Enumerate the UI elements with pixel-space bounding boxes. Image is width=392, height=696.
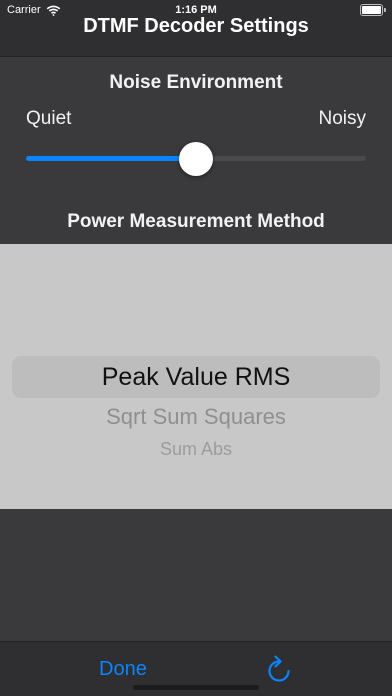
slider-min-label: Quiet — [26, 108, 72, 129]
noise-slider[interactable] — [26, 141, 366, 177]
done-button[interactable]: Done — [99, 658, 147, 681]
settings-screen: DTMF Decoder Settings Carrier 1:16 PM No… — [0, 0, 392, 696]
power-section-title: Power Measurement Method — [67, 211, 325, 232]
picker-option-sqrt-sum-squares[interactable]: Sqrt Sum Squares — [0, 404, 392, 430]
battery-icon — [360, 4, 386, 16]
picker-option-sum-abs[interactable]: Sum Abs — [0, 439, 392, 460]
status-bar: Carrier 1:16 PM — [0, 0, 392, 20]
refresh-icon[interactable] — [265, 655, 293, 685]
slider-track-empty[interactable] — [196, 156, 366, 161]
noise-section-title: Noise Environment — [109, 72, 283, 93]
slider-thumb[interactable] — [179, 142, 213, 176]
home-indicator — [133, 685, 259, 690]
status-time: 1:16 PM — [175, 4, 217, 16]
power-method-picker[interactable]: Peak Value RMS Sqrt Sum Squares Sum Abs — [0, 244, 392, 509]
slider-max-label: Noisy — [318, 108, 366, 129]
slider-track-filled[interactable] — [26, 156, 196, 161]
picker-option-peak-value-rms[interactable]: Peak Value RMS — [0, 363, 392, 392]
